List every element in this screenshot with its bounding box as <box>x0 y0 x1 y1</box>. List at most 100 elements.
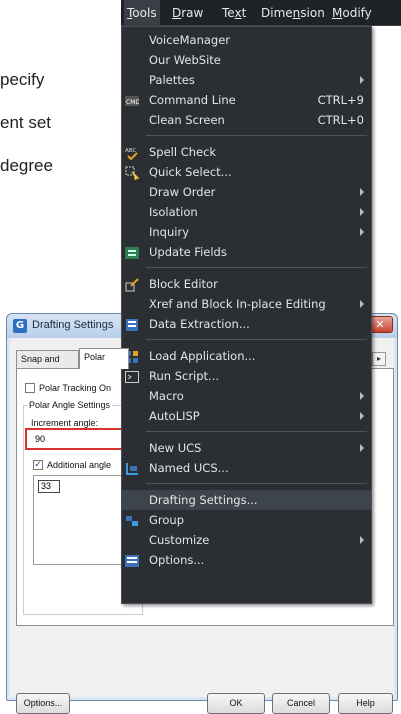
submenu-arrow-icon <box>360 76 364 84</box>
named-ucs-icon <box>125 461 139 475</box>
menu-item-macro[interactable]: Macro <box>122 386 371 406</box>
tabs-scroll-right-icon[interactable]: ▸ <box>372 352 386 366</box>
additional-angles-list[interactable]: 33 <box>33 475 133 565</box>
menu-item-label: VoiceManager <box>149 33 231 47</box>
menu-item-command-line[interactable]: CMD Command Line CTRL+9 <box>122 90 371 110</box>
menu-tools[interactable]: Tools <box>124 0 160 26</box>
tools-menu: VoiceManager Our WebSite Palettes CMD Comman… <box>121 26 372 604</box>
menu-item-label: Command Line <box>149 93 236 107</box>
polar-tracking-label: Polar Tracking On <box>39 383 112 393</box>
menu-item-update-fields[interactable]: Update Fields <box>122 242 371 262</box>
menu-item-load-application[interactable]: Load Application... <box>122 346 371 366</box>
block-editor-icon <box>125 277 139 292</box>
background-text-line-3: degree <box>0 156 53 175</box>
polar-angle-settings-label: Polar Angle Settings <box>27 400 113 410</box>
options-icon <box>125 553 139 567</box>
menu-item-customize[interactable]: Customize <box>122 530 371 550</box>
ok-button[interactable]: OK <box>207 693 265 714</box>
menu-item-label: Data Extraction... <box>149 317 250 331</box>
menu-modify[interactable]: Modify <box>329 0 375 26</box>
menu-item-label: Draw Order <box>149 185 216 199</box>
menu-item-label: Load Application... <box>149 349 256 363</box>
menu-item-data-extraction[interactable]: Data Extraction... <box>122 314 371 334</box>
menu-item-label: Isolation <box>149 205 198 219</box>
menu-item-block-editor[interactable]: Block Editor <box>122 274 371 294</box>
data-extraction-icon <box>125 317 139 331</box>
menu-dimension[interactable]: Dimension <box>258 0 328 26</box>
background-text-line-1: pecify <box>0 70 45 89</box>
help-button[interactable]: Help <box>338 693 393 714</box>
submenu-arrow-icon <box>360 536 364 544</box>
menu-item-voicemanager[interactable]: VoiceManager <box>122 30 371 50</box>
menu-item-label: AutoLISP <box>149 409 200 423</box>
menu-item-palettes[interactable]: Palettes <box>122 70 371 90</box>
menu-item-options[interactable]: Options... <box>122 550 371 570</box>
cancel-button[interactable]: Cancel <box>272 693 330 714</box>
menu-draw[interactable]: Draw <box>169 0 206 26</box>
menu-item-draw-order[interactable]: Draw Order <box>122 182 371 202</box>
svg-text:CMD: CMD <box>126 99 139 106</box>
additional-angles-label: Additional angle <box>47 460 112 470</box>
menu-separator <box>146 339 367 340</box>
menu-item-label: Named UCS... <box>149 461 229 475</box>
submenu-arrow-icon <box>360 228 364 236</box>
menu-item-label: Spell Check <box>149 145 217 159</box>
menu-item-spell-check[interactable]: ABC Spell Check <box>122 142 371 162</box>
menu-item-xref-and-block-in-place-editing[interactable]: Xref and Block In-place Editing <box>122 294 371 314</box>
menu-item-label: Run Script... <box>149 369 220 383</box>
menu-item-label: Xref and Block In-place Editing <box>149 297 326 311</box>
menu-item-inquiry[interactable]: Inquiry <box>122 222 371 242</box>
app-logo-icon: G <box>13 319 27 333</box>
menu-item-label: Block Editor <box>149 277 218 291</box>
increment-angle-label: Increment angle: <box>31 418 99 428</box>
menu-item-label: Inquiry <box>149 225 189 239</box>
submenu-arrow-icon <box>360 300 364 308</box>
additional-angles-checkbox[interactable]: ✓ <box>33 460 43 470</box>
options-button[interactable]: Options... <box>16 693 70 714</box>
menu-item-label: Quick Select... <box>149 165 232 179</box>
submenu-arrow-icon <box>360 412 364 420</box>
menu-item-group[interactable]: Group <box>122 510 371 530</box>
menu-item-run-script[interactable]: Run Script... <box>122 366 371 386</box>
update-fields-icon <box>125 245 139 259</box>
menu-separator <box>146 431 367 432</box>
background-text-line-2: ent set <box>0 113 52 132</box>
menu-separator <box>146 267 367 268</box>
menu-item-clean-screen[interactable]: Clean Screen CTRL+0 <box>122 110 371 130</box>
shortcut-label: CTRL+9 <box>317 93 364 107</box>
run-script-icon <box>125 369 139 383</box>
menu-item-isolation[interactable]: Isolation <box>122 202 371 222</box>
menu-item-label: Our WebSite <box>149 53 221 67</box>
menu-item-label: Macro <box>149 389 184 403</box>
quick-select-icon <box>125 165 140 181</box>
menu-item-new-ucs[interactable]: New UCS <box>122 438 371 458</box>
menu-separator <box>146 135 367 136</box>
menu-item-label: Customize <box>149 533 210 547</box>
menu-item-label: Group <box>149 513 185 527</box>
menu-item-quick-select[interactable]: Quick Select... <box>122 162 371 182</box>
menu-item-drafting-settings[interactable]: Drafting Settings... <box>122 490 371 510</box>
group-icon <box>125 513 139 527</box>
menu-item-label: Options... <box>149 553 205 567</box>
submenu-arrow-icon <box>360 188 364 196</box>
increment-angle-input[interactable]: 90 <box>25 428 135 450</box>
menu-item-label: Palettes <box>149 73 195 87</box>
shortcut-label: CTRL+0 <box>317 113 364 127</box>
menu-text[interactable]: Text <box>219 0 249 26</box>
tab-polar[interactable]: Polar <box>79 348 129 369</box>
menu-item-autolisp[interactable]: AutoLISP <box>122 406 371 426</box>
menubar: Tools Draw Text Dimension Modify <box>121 0 401 26</box>
submenu-arrow-icon <box>360 208 364 216</box>
submenu-arrow-icon <box>360 392 364 400</box>
polar-tracking-checkbox[interactable] <box>25 383 35 393</box>
svg-text:ABC: ABC <box>125 148 136 154</box>
spell-check-icon: ABC <box>125 145 139 161</box>
menu-item-our-website[interactable]: Our WebSite <box>122 50 371 70</box>
menu-item-label: Update Fields <box>149 245 227 259</box>
dialog-title: Drafting Settings <box>32 319 114 331</box>
tab-snap-and-grid[interactable]: Snap and GRid <box>16 350 79 380</box>
menu-separator <box>146 483 367 484</box>
menu-item-named-ucs[interactable]: Named UCS... <box>122 458 371 478</box>
additional-angle-item[interactable]: 33 <box>38 480 60 493</box>
submenu-arrow-icon <box>360 444 364 452</box>
